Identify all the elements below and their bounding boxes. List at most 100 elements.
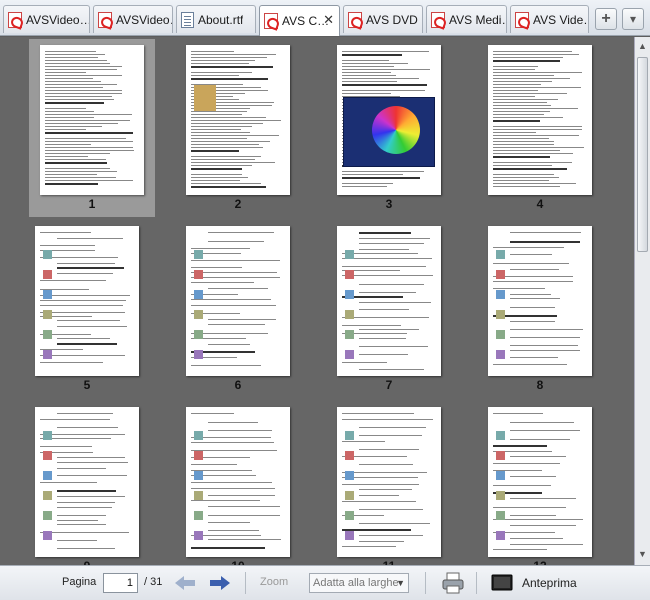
text-line (40, 419, 110, 420)
text-line (510, 538, 563, 539)
text-line (57, 515, 106, 516)
page-thumbnail[interactable]: 1 (29, 39, 155, 217)
text-line (493, 180, 549, 181)
text-line (191, 488, 275, 489)
text-line (45, 90, 122, 91)
text-line (191, 437, 271, 438)
scroll-up-icon[interactable]: ▲ (637, 41, 648, 52)
text-line (359, 284, 424, 285)
tab-menu-button[interactable]: ▾ (622, 8, 644, 30)
text-line (45, 78, 93, 79)
text-line (40, 446, 92, 447)
tab-avs-dvd[interactable]: AVS DVD … (343, 5, 423, 33)
page-thumbnail[interactable]: 10 (175, 401, 301, 565)
text-line (57, 524, 106, 525)
text-line (359, 541, 404, 542)
text-line (493, 75, 554, 76)
printer-icon[interactable] (442, 572, 464, 594)
page-thumbnail[interactable]: 5 (24, 220, 150, 398)
color-wheel-image (372, 106, 420, 154)
page-thumbnail[interactable]: 7 (326, 220, 452, 398)
text-line (493, 147, 584, 148)
tab-avsvideo-2[interactable]: AVSVideo… (93, 5, 173, 33)
text-line (45, 171, 117, 172)
text-line (45, 141, 133, 142)
table-icon (194, 511, 203, 520)
text-line (191, 482, 272, 483)
tab-avsvideo-1[interactable]: AVSVideo… (3, 5, 90, 33)
tab-label: AVS C… (282, 14, 330, 28)
tab-avs-media[interactable]: AVS Medi… (426, 5, 507, 33)
table-icon (43, 471, 52, 480)
page-thumbnail[interactable]: 4 (477, 39, 603, 217)
table-icon (194, 290, 203, 299)
text-line (57, 326, 127, 327)
page-thumbnail[interactable]: 12 (477, 401, 603, 565)
vertical-scrollbar[interactable]: ▲ ▼ (634, 37, 650, 565)
pdf-icon (8, 11, 22, 28)
text-line (493, 364, 567, 365)
text-line (342, 325, 401, 326)
text-line (191, 63, 249, 64)
text-line (493, 263, 569, 264)
table-icon (194, 491, 203, 500)
tab-avs-c-active[interactable]: AVS C… ✕ (259, 5, 340, 36)
thumbnail-viewer[interactable]: 123456789101112 (0, 37, 634, 565)
text-line (493, 114, 544, 115)
previous-page-icon[interactable] (174, 575, 196, 591)
tab-label: AVSVideo… (26, 12, 89, 27)
text-line (40, 312, 125, 313)
next-page-icon[interactable] (209, 575, 231, 591)
page-thumbnail[interactable]: 9 (24, 401, 150, 565)
zoom-select[interactable]: Adatta alla larghe ▼ (309, 573, 409, 593)
page-preview (40, 45, 144, 195)
text-line (57, 457, 125, 458)
text-line (493, 168, 567, 170)
text-line (359, 449, 419, 450)
text-line (493, 78, 570, 79)
page-thumbnail[interactable]: 6 (175, 220, 301, 398)
text-line (359, 354, 408, 355)
tab-avs-video[interactable]: AVS Vide… (510, 5, 589, 33)
preview-monitor-icon[interactable] (491, 574, 513, 592)
text-line (45, 54, 105, 55)
tab-about-rtf[interactable]: About.rtf (176, 5, 256, 33)
page-preview (488, 407, 592, 557)
text-line (493, 135, 579, 136)
preview-button[interactable]: Anteprima (522, 576, 577, 590)
page-number-input[interactable]: 1 (103, 573, 138, 593)
text-line (493, 507, 566, 508)
tab-label: AVS Vide… (533, 12, 588, 27)
text-line (45, 114, 132, 115)
new-tab-button[interactable]: + (595, 8, 617, 30)
page-thumbnail[interactable]: 2 (175, 39, 301, 217)
text-line (57, 273, 113, 274)
scrollbar-thumb[interactable] (637, 57, 648, 252)
text-line (342, 413, 414, 414)
page-thumbnail[interactable]: 8 (477, 220, 603, 398)
page-preview (35, 407, 139, 557)
text-line (45, 132, 133, 134)
text-line (342, 546, 396, 547)
text-line (359, 238, 430, 239)
text-line (57, 540, 97, 541)
text-line (45, 75, 122, 76)
text-line (342, 501, 416, 502)
text-line (45, 150, 134, 151)
text-line (493, 96, 535, 97)
text-line (191, 168, 242, 170)
text-line (57, 413, 113, 414)
page-thumbnail[interactable]: 3 (326, 39, 452, 217)
scroll-down-icon[interactable]: ▼ (637, 549, 648, 560)
screenshot-image (343, 97, 435, 167)
text-line (359, 535, 423, 536)
text-line (493, 177, 559, 178)
table-icon (43, 431, 52, 440)
close-tab-icon[interactable]: ✕ (323, 12, 334, 28)
page-thumbnail[interactable]: 11 (326, 401, 452, 565)
text-line (208, 539, 281, 540)
text-line (57, 238, 123, 239)
text-line (359, 346, 428, 347)
product-box-image (194, 85, 216, 111)
text-line (191, 177, 248, 178)
